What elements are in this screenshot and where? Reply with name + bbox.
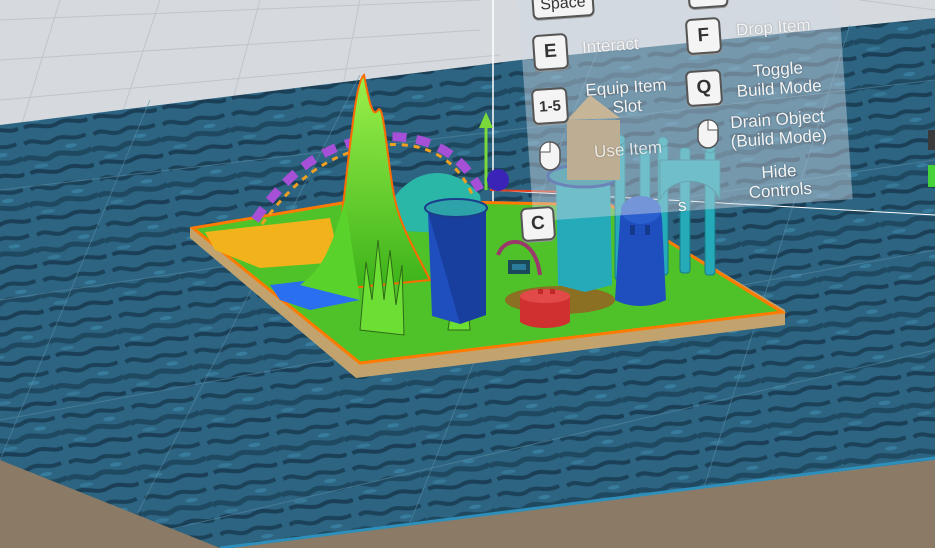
blue-tower[interactable]: [424, 198, 488, 324]
red-tower[interactable]: [520, 289, 570, 328]
controls-panel-background: [518, 0, 853, 222]
game-viewport[interactable]: [0, 0, 935, 548]
